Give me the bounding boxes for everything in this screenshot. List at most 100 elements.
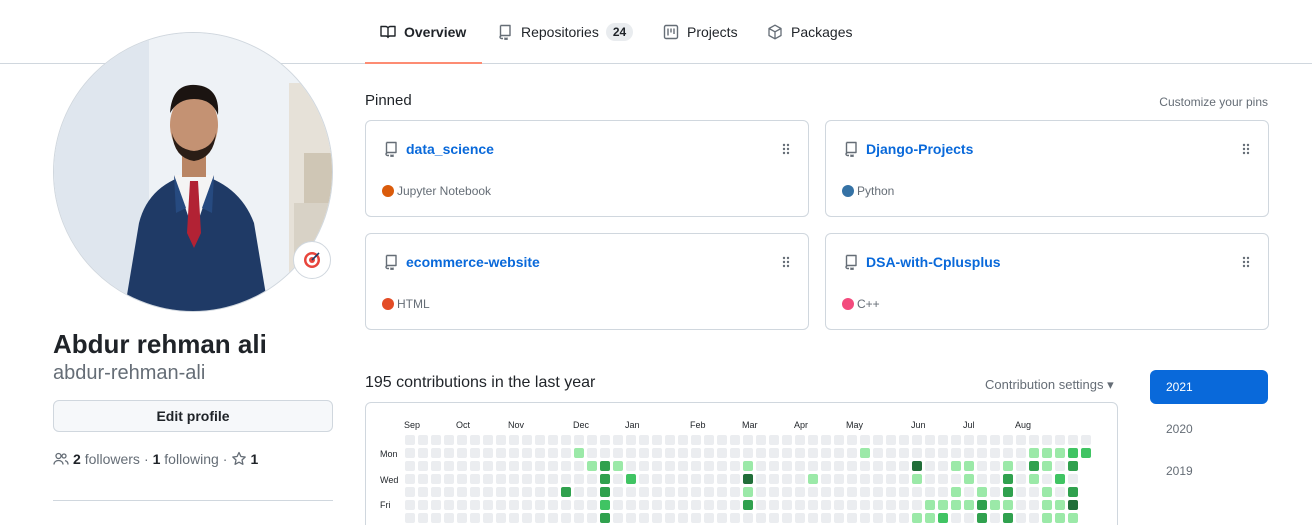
contribution-day-cell[interactable] (444, 474, 454, 484)
contribution-day-cell[interactable] (951, 435, 961, 445)
contribution-day-cell[interactable] (522, 500, 532, 510)
contribution-day-cell[interactable] (457, 487, 467, 497)
contribution-day-cell[interactable] (886, 487, 896, 497)
contribution-day-cell[interactable] (587, 435, 597, 445)
contribution-day-cell[interactable] (847, 461, 857, 471)
contribution-day-cell[interactable] (860, 448, 870, 458)
contribution-day-cell[interactable] (457, 474, 467, 484)
contribution-day-cell[interactable] (613, 500, 623, 510)
contribution-day-cell[interactable] (665, 461, 675, 471)
contribution-day-cell[interactable] (1055, 435, 1065, 445)
contribution-day-cell[interactable] (431, 500, 441, 510)
contribution-day-cell[interactable] (977, 448, 987, 458)
contribution-day-cell[interactable] (834, 435, 844, 445)
contribution-day-cell[interactable] (418, 435, 428, 445)
contribution-day-cell[interactable] (951, 461, 961, 471)
contribution-day-cell[interactable] (977, 487, 987, 497)
contribution-day-cell[interactable] (626, 487, 636, 497)
contribution-day-cell[interactable] (639, 461, 649, 471)
contribution-day-cell[interactable] (561, 500, 571, 510)
contribution-day-cell[interactable] (1055, 474, 1065, 484)
contribution-day-cell[interactable] (535, 461, 545, 471)
contribution-day-cell[interactable] (1003, 461, 1013, 471)
contribution-day-cell[interactable] (405, 461, 415, 471)
contribution-day-cell[interactable] (613, 461, 623, 471)
contribution-day-cell[interactable] (938, 487, 948, 497)
contribution-day-cell[interactable] (873, 448, 883, 458)
contribution-day-cell[interactable] (1003, 448, 1013, 458)
contribution-day-cell[interactable] (1029, 513, 1039, 523)
contribution-day-cell[interactable] (860, 513, 870, 523)
contribution-day-cell[interactable] (899, 448, 909, 458)
contribution-day-cell[interactable] (522, 487, 532, 497)
contribution-day-cell[interactable] (470, 474, 480, 484)
contribution-day-cell[interactable] (938, 474, 948, 484)
contribution-day-cell[interactable] (912, 435, 922, 445)
contribution-day-cell[interactable] (1016, 461, 1026, 471)
contribution-day-cell[interactable] (457, 500, 467, 510)
contribution-day-cell[interactable] (847, 435, 857, 445)
contribution-day-cell[interactable] (1068, 461, 1078, 471)
contribution-day-cell[interactable] (782, 513, 792, 523)
contribution-day-cell[interactable] (652, 435, 662, 445)
contribution-day-cell[interactable] (821, 500, 831, 510)
tab-overview[interactable]: Overview (364, 0, 483, 64)
contribution-day-cell[interactable] (860, 487, 870, 497)
contribution-day-cell[interactable] (600, 500, 610, 510)
contribution-day-cell[interactable] (938, 513, 948, 523)
contribution-day-cell[interactable] (743, 513, 753, 523)
contribution-day-cell[interactable] (678, 513, 688, 523)
contribution-day-cell[interactable] (704, 500, 714, 510)
contribution-day-cell[interactable] (769, 435, 779, 445)
contribution-day-cell[interactable] (561, 435, 571, 445)
contribution-day-cell[interactable] (834, 474, 844, 484)
contribution-day-cell[interactable] (1042, 461, 1052, 471)
contribution-day-cell[interactable] (639, 435, 649, 445)
contribution-day-cell[interactable] (769, 448, 779, 458)
contribution-day-cell[interactable] (665, 435, 675, 445)
contribution-day-cell[interactable] (964, 500, 974, 510)
contribution-day-cell[interactable] (795, 474, 805, 484)
contribution-day-cell[interactable] (938, 435, 948, 445)
contribution-day-cell[interactable] (509, 461, 519, 471)
tab-packages[interactable]: Packages (767, 0, 852, 63)
contribution-day-cell[interactable] (704, 435, 714, 445)
contribution-day-cell[interactable] (587, 487, 597, 497)
contribution-day-cell[interactable] (1016, 435, 1026, 445)
contribution-day-cell[interactable] (756, 435, 766, 445)
contribution-day-cell[interactable] (496, 448, 506, 458)
contribution-day-cell[interactable] (925, 435, 935, 445)
contribution-day-cell[interactable] (730, 500, 740, 510)
contribution-day-cell[interactable] (977, 461, 987, 471)
contribution-day-cell[interactable] (457, 435, 467, 445)
contribution-day-cell[interactable] (756, 461, 766, 471)
contribution-day-cell[interactable] (990, 461, 1000, 471)
contribution-day-cell[interactable] (808, 461, 818, 471)
contribution-day-cell[interactable] (756, 487, 766, 497)
contribution-day-cell[interactable] (756, 500, 766, 510)
contribution-day-cell[interactable] (431, 448, 441, 458)
contribution-day-cell[interactable] (470, 461, 480, 471)
contribution-day-cell[interactable] (496, 461, 506, 471)
contribution-day-cell[interactable] (847, 500, 857, 510)
drag-handle-icon[interactable] (782, 256, 790, 268)
tab-projects[interactable]: Projects (663, 0, 738, 63)
contribution-day-cell[interactable] (847, 513, 857, 523)
contribution-day-cell[interactable] (678, 474, 688, 484)
contribution-day-cell[interactable] (1016, 513, 1026, 523)
contribution-day-cell[interactable] (951, 448, 961, 458)
contribution-day-cell[interactable] (821, 435, 831, 445)
contribution-day-cell[interactable] (912, 448, 922, 458)
avatar[interactable] (53, 32, 333, 312)
stars-link[interactable]: 1 (231, 451, 258, 467)
status-badge[interactable] (293, 241, 331, 279)
contribution-day-cell[interactable] (938, 448, 948, 458)
contribution-day-cell[interactable] (821, 448, 831, 458)
contribution-day-cell[interactable] (886, 474, 896, 484)
contribution-day-cell[interactable] (847, 474, 857, 484)
contribution-day-cell[interactable] (756, 474, 766, 484)
contribution-day-cell[interactable] (548, 500, 558, 510)
contribution-day-cell[interactable] (925, 487, 935, 497)
contribution-day-cell[interactable] (1068, 487, 1078, 497)
contribution-day-cell[interactable] (639, 448, 649, 458)
